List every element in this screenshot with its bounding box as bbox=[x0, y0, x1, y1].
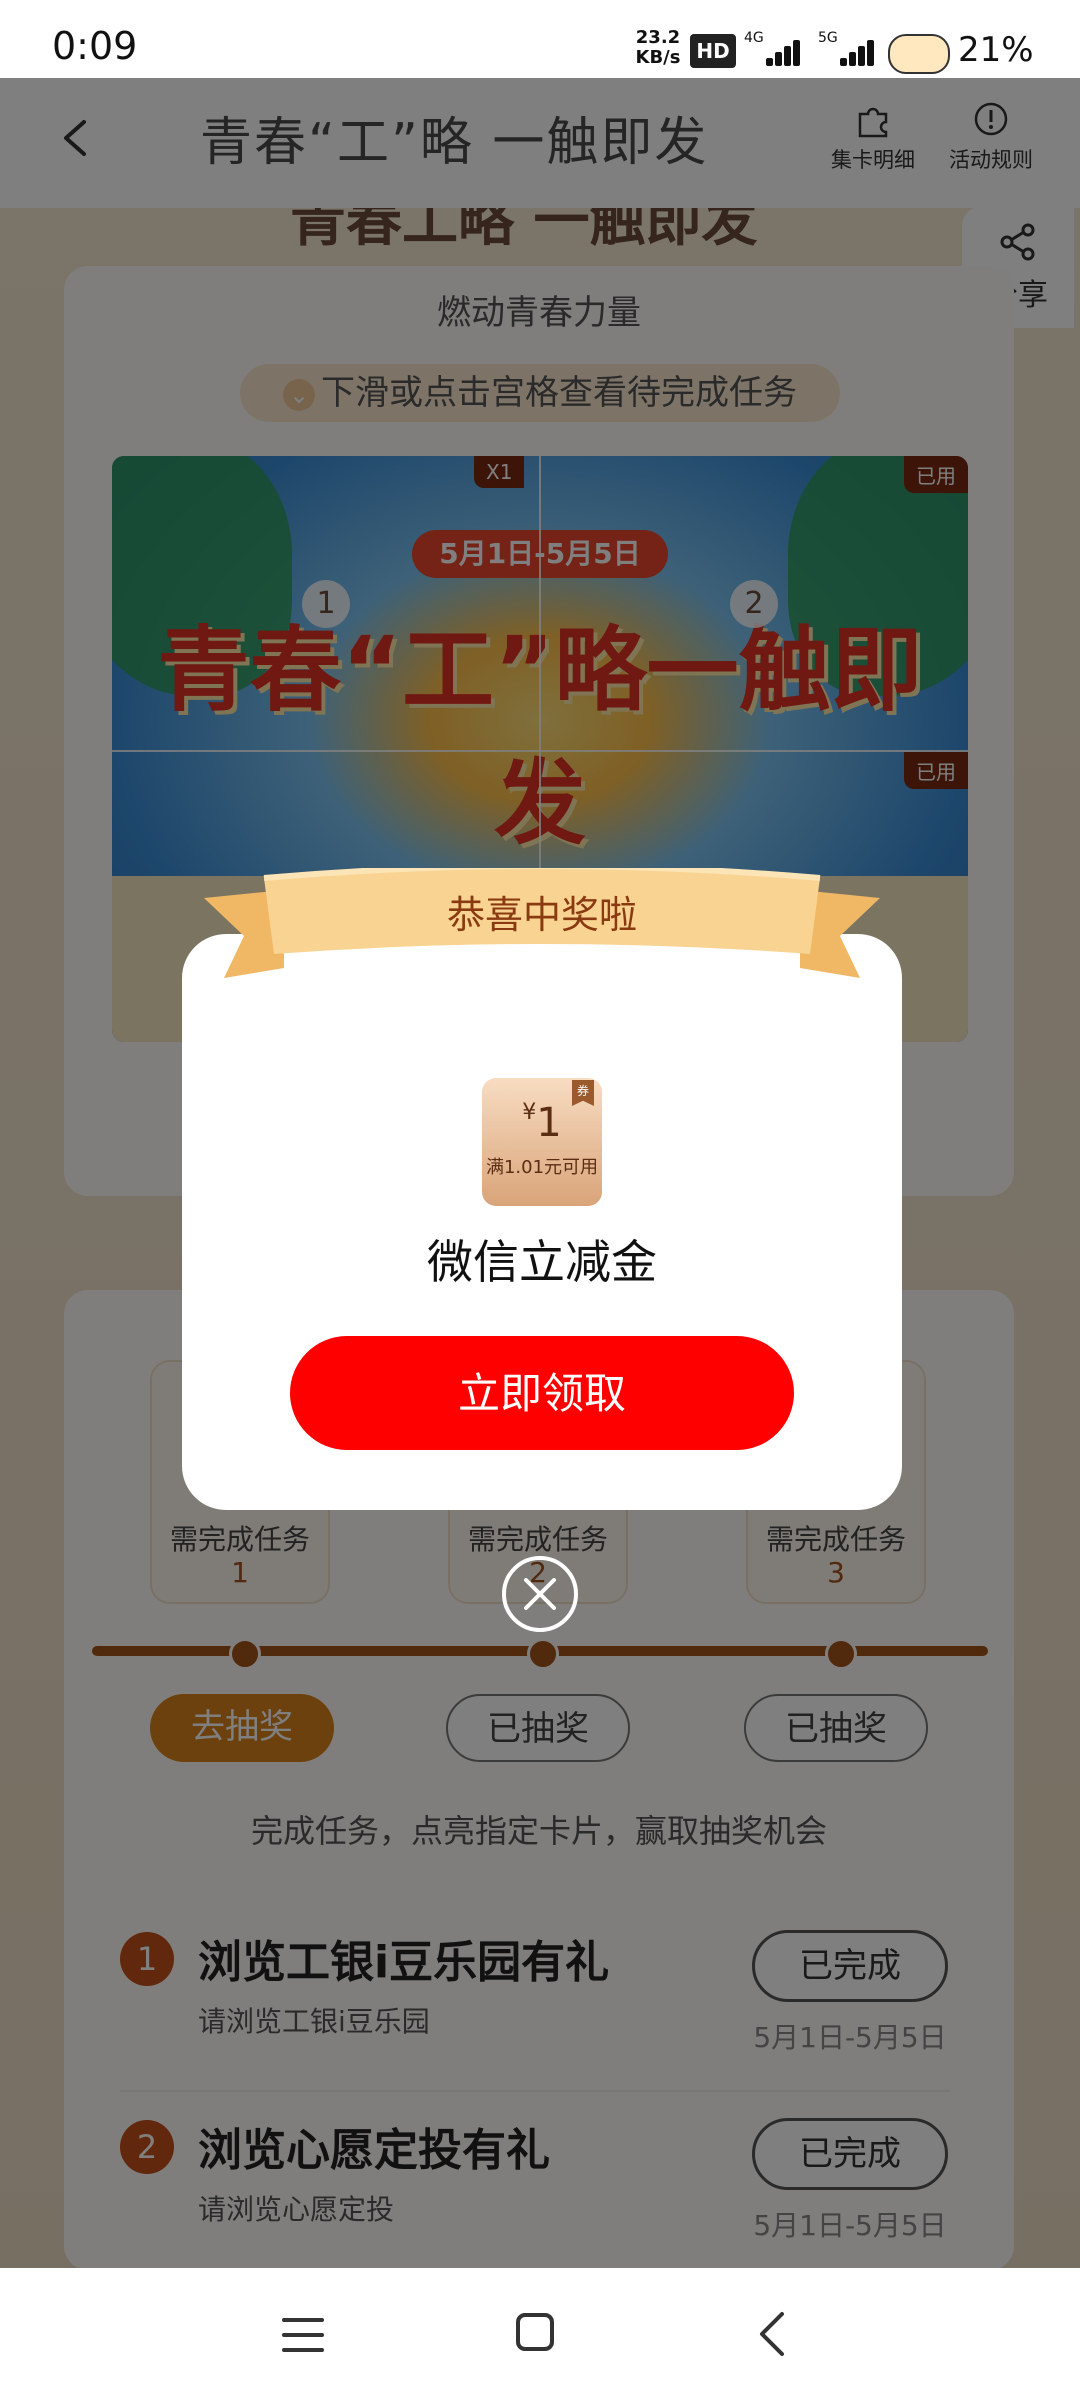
sim1-label: 4G bbox=[744, 30, 764, 46]
sim2-label: 5G bbox=[818, 30, 838, 46]
coupon-condition: 满1.01元可用 bbox=[485, 1157, 599, 1178]
network-speed-unit: KB/s bbox=[635, 47, 681, 68]
home-icon[interactable] bbox=[515, 2312, 555, 2352]
menu-icon[interactable] bbox=[282, 2316, 324, 2354]
signal-icon: 4G bbox=[744, 30, 800, 70]
ribbon-title: 恭喜中奖啦 bbox=[446, 893, 637, 937]
back-icon[interactable] bbox=[752, 2310, 792, 2358]
battery-percent: 21% bbox=[958, 30, 1034, 70]
network-speed-value: 23.2 bbox=[635, 27, 681, 48]
coupon-amount-value: 1 bbox=[536, 1100, 562, 1146]
close-icon[interactable] bbox=[500, 1554, 580, 1634]
coupon-amount: ¥1 bbox=[482, 1100, 602, 1146]
coupon-currency: ¥ bbox=[522, 1100, 537, 1125]
battery-icon bbox=[888, 34, 950, 74]
coupon-icon: 券 ¥1 满1.01元可用 bbox=[482, 1078, 602, 1206]
prize-name: 微信立减金 bbox=[427, 1235, 657, 1289]
status-time: 0:09 bbox=[52, 24, 138, 68]
network-speed: 23.2 KB/s bbox=[632, 28, 684, 68]
signal-icon: 5G bbox=[818, 30, 874, 70]
hd-icon: HD bbox=[690, 34, 736, 68]
claim-now-button[interactable]: 立即领取 bbox=[290, 1336, 794, 1450]
